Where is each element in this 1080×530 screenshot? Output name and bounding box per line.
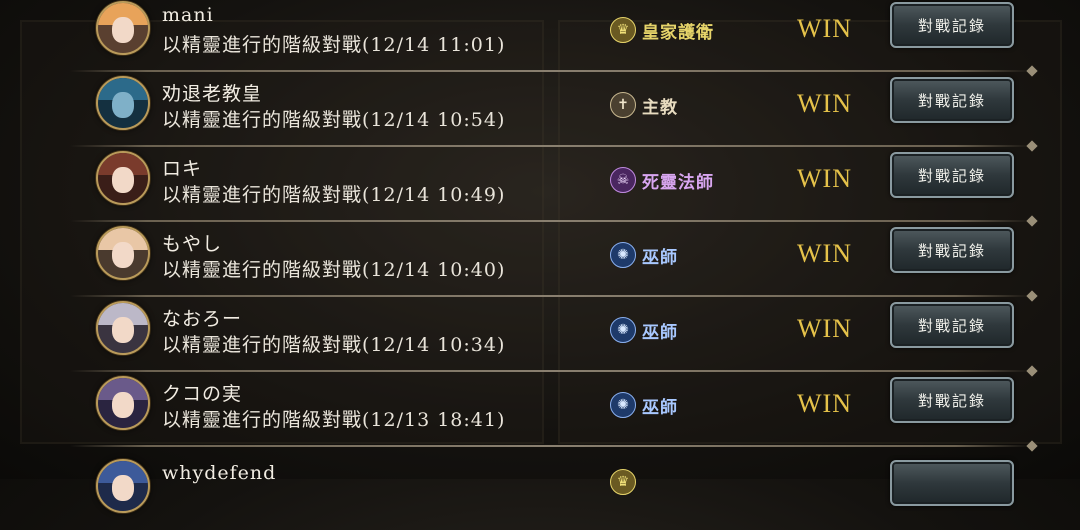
player-name: なおろー	[162, 308, 243, 330]
avatar[interactable]	[96, 301, 150, 355]
class-label: 主教	[642, 97, 678, 118]
match-description: 以精靈進行的階級對戰(12/14 10:40)	[162, 259, 506, 281]
match-description: 以精靈進行的階級對戰(12/14 10:54)	[162, 109, 506, 131]
result-label: WIN	[797, 89, 852, 118]
row-divider	[70, 445, 1032, 447]
list-item: なおろー 以精靈進行的階級對戰(12/14 10:34) ✺ 巫師 WIN 對戰…	[70, 297, 1032, 372]
match-description: 以精靈進行的階級對戰(12/13 18:41)	[162, 409, 506, 431]
battle-record-button[interactable]: 對戰記錄	[890, 2, 1014, 48]
player-name: mani	[162, 4, 214, 26]
list-item: mani 以精靈進行的階級對戰(12/14 11:01) ♛ 皇家護衛 WIN …	[70, 0, 1032, 72]
result-label: WIN	[797, 314, 852, 343]
avatar[interactable]	[96, 76, 150, 130]
result-label: WIN	[797, 389, 852, 418]
list-item: クコの実 以精靈進行的階級對戰(12/13 18:41) ✺ 巫師 WIN 對戰…	[70, 372, 1032, 447]
player-name: もやし	[162, 233, 223, 255]
crown-icon: ♛	[610, 469, 636, 495]
match-description: 以精靈進行的階級對戰(12/14 10:34)	[162, 334, 506, 356]
class-label: 死靈法師	[642, 172, 714, 193]
class-label: 巫師	[642, 397, 678, 418]
list-item: ロキ 以精靈進行的階級對戰(12/14 10:49) ☠ 死靈法師 WIN 對戰…	[70, 147, 1032, 222]
list-item: 劝退老教皇 以精靈進行的階級對戰(12/14 10:54) ✝ 主教 WIN 對…	[70, 72, 1032, 147]
class-badge: ✺ 巫師	[610, 242, 678, 268]
avatar[interactable]	[96, 1, 150, 55]
player-name: 劝退老教皇	[162, 83, 263, 105]
class-badge: ♛ 皇家護衛	[610, 17, 714, 43]
battle-record-button[interactable]	[890, 460, 1014, 506]
player-name: ロキ	[162, 158, 203, 180]
avatar[interactable]	[96, 151, 150, 205]
avatar[interactable]	[96, 459, 150, 513]
avatar[interactable]	[96, 226, 150, 280]
match-description: 以精靈進行的階級對戰(12/14 10:49)	[162, 184, 506, 206]
match-description: 以精靈進行的階級對戰(12/14 11:01)	[162, 34, 506, 56]
player-name: クコの実	[162, 383, 243, 405]
class-label: 皇家護衛	[642, 22, 714, 43]
class-badge: ✺ 巫師	[610, 392, 678, 418]
class-label: 巫師	[642, 247, 678, 268]
player-name: whydefend	[162, 462, 277, 484]
rune-icon: ✺	[610, 317, 636, 343]
class-badge: ☠ 死靈法師	[610, 167, 714, 193]
bishop-icon: ✝	[610, 92, 636, 118]
rune-icon: ✺	[610, 392, 636, 418]
class-label: 巫師	[642, 322, 678, 343]
result-label: WIN	[797, 239, 852, 268]
crown-icon: ♛	[610, 17, 636, 43]
battle-record-button[interactable]: 對戰記錄	[890, 377, 1014, 423]
rune-icon: ✺	[610, 242, 636, 268]
battle-record-button[interactable]: 對戰記錄	[890, 302, 1014, 348]
class-badge: ✝ 主教	[610, 92, 678, 118]
battle-record-button[interactable]: 對戰記錄	[890, 152, 1014, 198]
avatar[interactable]	[96, 376, 150, 430]
result-label: WIN	[797, 14, 852, 43]
battle-record-button[interactable]: 對戰記錄	[890, 227, 1014, 273]
result-label: WIN	[797, 164, 852, 193]
skull-icon: ☠	[610, 167, 636, 193]
battle-history-list: mani 以精靈進行的階級對戰(12/14 11:01) ♛ 皇家護衛 WIN …	[0, 0, 1080, 513]
class-badge: ✺ 巫師	[610, 317, 678, 343]
class-badge: ♛	[610, 469, 642, 495]
battle-record-button[interactable]: 對戰記錄	[890, 77, 1014, 123]
list-item: もやし 以精靈進行的階級對戰(12/14 10:40) ✺ 巫師 WIN 對戰記…	[70, 222, 1032, 297]
list-item: whydefend ♛	[70, 455, 1032, 530]
